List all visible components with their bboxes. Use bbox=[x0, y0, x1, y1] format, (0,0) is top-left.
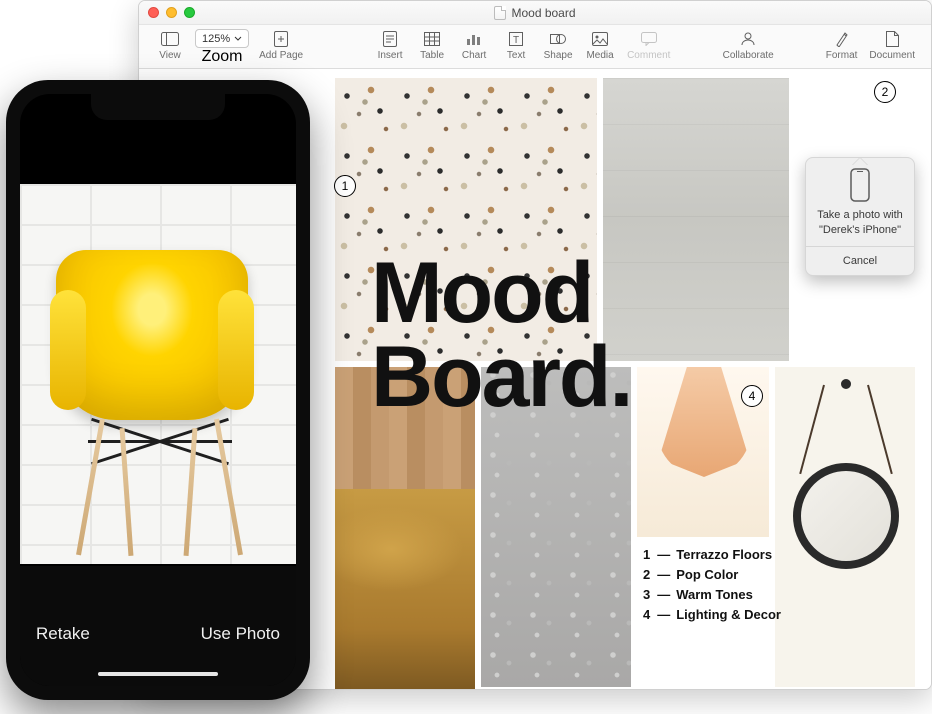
zoom-label: Zoom bbox=[202, 48, 243, 66]
format-button[interactable]: Format bbox=[820, 29, 864, 61]
comment-icon bbox=[641, 29, 657, 49]
text-icon: T bbox=[509, 29, 523, 49]
zoom-control[interactable]: 125% Zoom bbox=[191, 29, 253, 66]
media-button[interactable]: Media bbox=[579, 29, 621, 61]
image-sofa[interactable] bbox=[335, 489, 475, 689]
media-icon bbox=[592, 29, 608, 49]
chair-subject bbox=[46, 220, 276, 550]
image-mirror[interactable] bbox=[775, 367, 915, 687]
titlebar: Mood board bbox=[139, 1, 931, 25]
collaborate-button[interactable]: Collaborate bbox=[717, 29, 780, 61]
board-title[interactable]: Mood Board. bbox=[371, 251, 631, 420]
zoom-value: 125% bbox=[202, 33, 230, 45]
add-page-icon bbox=[274, 29, 288, 49]
iphone-icon bbox=[814, 168, 906, 202]
popover-cancel-button[interactable]: Cancel bbox=[806, 246, 914, 275]
shape-button[interactable]: Shape bbox=[537, 29, 579, 61]
image-lamp[interactable] bbox=[637, 367, 769, 537]
use-photo-button[interactable]: Use Photo bbox=[201, 624, 280, 644]
home-indicator[interactable] bbox=[98, 672, 218, 676]
list-item: 2—Pop Color bbox=[643, 565, 781, 585]
window-title: Mood board bbox=[139, 6, 931, 20]
iphone-screen: Retake Use Photo bbox=[20, 94, 296, 686]
comment-button: Comment bbox=[621, 29, 676, 61]
chart-icon bbox=[466, 29, 482, 49]
continuity-camera-popover: Take a photo with "Derek's iPhone" Cance… bbox=[805, 157, 915, 276]
table-icon bbox=[424, 29, 440, 49]
iphone-device: Retake Use Photo bbox=[6, 80, 310, 700]
add-page-button[interactable]: Add Page bbox=[253, 29, 309, 61]
popover-message: Take a photo with "Derek's iPhone" bbox=[814, 208, 906, 238]
document-icon bbox=[494, 6, 506, 20]
svg-text:T: T bbox=[513, 35, 519, 46]
text-button[interactable]: T Text bbox=[495, 29, 537, 61]
shape-icon bbox=[550, 29, 566, 49]
chart-button[interactable]: Chart bbox=[453, 29, 495, 61]
list-item: 1—Terrazzo Floors bbox=[643, 545, 781, 565]
camera-viewfinder bbox=[20, 184, 296, 564]
document-icon bbox=[885, 29, 899, 49]
view-label: View bbox=[159, 50, 181, 61]
window-title-text: Mood board bbox=[511, 6, 575, 20]
callout-2: 2 bbox=[874, 81, 896, 103]
list-item: 3—Warm Tones bbox=[643, 585, 781, 605]
insert-button[interactable]: Insert bbox=[369, 29, 411, 61]
document-button[interactable]: Document bbox=[863, 29, 921, 61]
iphone-notch bbox=[91, 94, 225, 120]
camera-controls: Retake Use Photo bbox=[20, 566, 296, 686]
table-button[interactable]: Table bbox=[411, 29, 453, 61]
format-icon bbox=[835, 29, 849, 49]
materials-list[interactable]: 1—Terrazzo Floors 2—Pop Color 3—Warm Ton… bbox=[643, 545, 781, 626]
chevron-down-icon bbox=[234, 35, 242, 43]
list-item: 4—Lighting & Decor bbox=[643, 605, 781, 625]
retake-button[interactable]: Retake bbox=[36, 624, 90, 644]
view-icon bbox=[161, 29, 179, 49]
add-page-label: Add Page bbox=[259, 50, 303, 61]
collaborate-icon bbox=[739, 29, 757, 49]
view-button[interactable]: View bbox=[149, 29, 191, 61]
insert-icon bbox=[383, 29, 397, 49]
toolbar: View 125% Zoom Add Page bbox=[139, 25, 931, 69]
